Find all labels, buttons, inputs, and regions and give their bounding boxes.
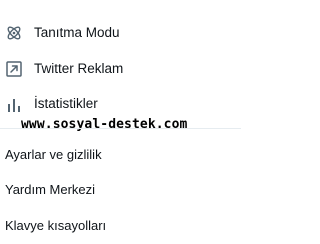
menu-item-promote-mode[interactable]: Tanıtma Modu <box>0 15 241 51</box>
menu-item-twitter-ads[interactable]: Twitter Reklam <box>0 51 241 87</box>
menu-item-label: Klavye kısayolları <box>5 218 107 233</box>
bar-chart-icon <box>5 95 23 113</box>
atom-icon <box>5 24 23 42</box>
menu-item-label: Twitter Reklam <box>34 61 124 76</box>
menu-item-keyboard-shortcuts[interactable]: Klavye kısayolları <box>0 208 241 244</box>
watermark-text: www.sosyal-destek.com <box>21 117 188 132</box>
menu-item-label: İstatistikler <box>34 96 98 111</box>
menu-divider <box>0 128 241 129</box>
menu-item-label: Ayarlar ve gizlilik <box>5 147 102 162</box>
menu-item-settings-privacy[interactable]: Ayarlar ve gizlilik <box>0 137 241 173</box>
menu-item-label: Yardım Merkezi <box>5 182 96 197</box>
external-arrow-icon <box>5 60 23 78</box>
menu-item-help-center[interactable]: Yardım Merkezi <box>0 172 241 208</box>
menu-item-label: Tanıtma Modu <box>34 25 120 40</box>
more-menu: Tanıtma Modu Twitter Reklam İstatistikle… <box>0 0 241 244</box>
